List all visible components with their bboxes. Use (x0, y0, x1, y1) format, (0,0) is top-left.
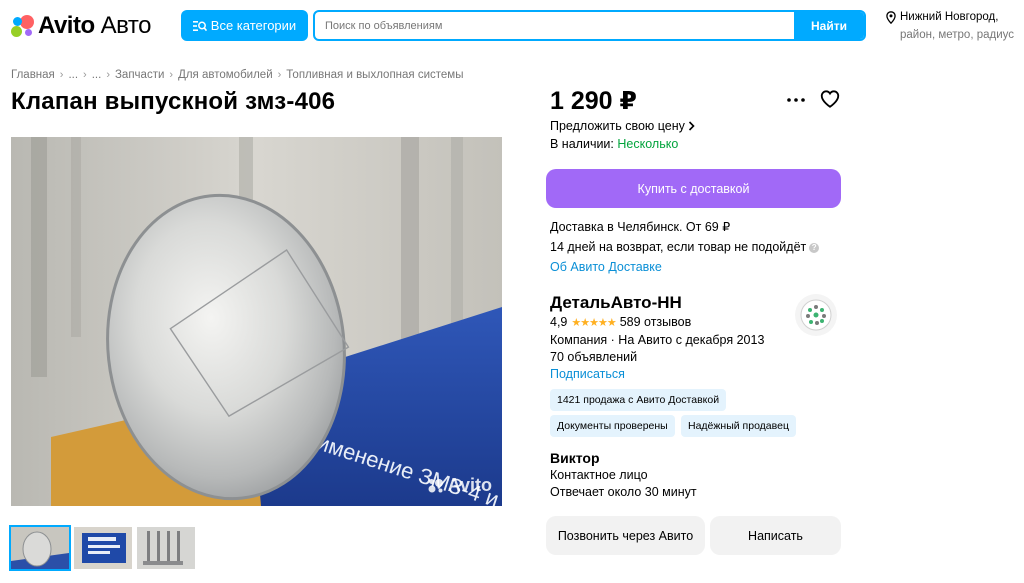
all-categories-label: Все категории (210, 18, 297, 33)
avito-auto-logo[interactable]: Avito Авто (11, 12, 151, 40)
buy-with-delivery-button[interactable]: Купить с доставкой (546, 169, 841, 208)
offer-price-label: Предложить свою цену (550, 119, 685, 133)
watermark-text: Avito (447, 475, 492, 495)
logo-sub: Авто (100, 12, 152, 39)
breadcrumb-item[interactable]: Для автомобилей (178, 69, 273, 81)
call-button[interactable]: Позвонить через Авито (546, 516, 705, 555)
avito-dots-icon (11, 14, 35, 38)
rating-value: 4,9 (550, 315, 568, 329)
contact-response: Отвечает около 30 минут (550, 485, 697, 499)
valve-photo: Применение ЗМЗ-4 и ин (11, 137, 502, 506)
seller-name[interactable]: ДетальАвто-НН (550, 293, 682, 313)
seller-rating[interactable]: 4,9 ★★★★★ 589 отзывов (550, 315, 691, 329)
chevron-right-icon: › (277, 69, 282, 81)
location-selector[interactable]: Нижний Новгород, район, метро, радиус (886, 8, 1022, 44)
write-button[interactable]: Написать (710, 516, 841, 555)
chevron-right-icon: › (106, 69, 110, 81)
avito-watermark: Avito (428, 475, 492, 496)
listings-count[interactable]: 70 объявлений (550, 349, 764, 366)
breadcrumb-item[interactable]: Топливная и выхлопная системы (286, 69, 463, 81)
breadcrumb-item[interactable]: Запчасти (115, 69, 164, 81)
breadcrumb-item[interactable]: ... (92, 69, 102, 81)
breadcrumb-item[interactable]: ... (68, 69, 78, 81)
question-icon[interactable]: ? (809, 242, 820, 253)
contact-name: Виктор (550, 450, 600, 466)
favorite-heart-icon[interactable] (819, 88, 841, 110)
chevron-right-icon: › (59, 69, 64, 81)
contact-role: Контактное лицо (550, 468, 648, 482)
location-city-row: Нижний Новгород, (886, 8, 1022, 26)
return-line: 14 дней на возврат, если товар не подойд… (550, 240, 807, 254)
about-delivery-link[interactable]: Об Авито Доставке (550, 257, 819, 277)
logo-text: Avito Авто (38, 12, 151, 40)
breadcrumb-item[interactable]: Главная (11, 69, 55, 81)
thumbnail-strip (9, 525, 195, 571)
search-button[interactable]: Найти (794, 12, 864, 39)
seller-meta: Компания · На Авито с декабря 2013 70 об… (550, 332, 764, 383)
badge-documents[interactable]: Документы проверены (550, 415, 675, 437)
seller-avatar[interactable] (795, 294, 837, 336)
delivery-line: Доставка в Челябинск. От 69 ₽ (550, 220, 731, 234)
reviews-count: 589 отзывов (619, 315, 692, 329)
chevron-right-icon: › (169, 69, 174, 81)
categories-search-icon (192, 20, 207, 31)
thumbnail-2[interactable] (74, 527, 132, 569)
location-pin-icon (886, 10, 896, 24)
contact-meta: Контактное лицо Отвечает около 30 минут (550, 467, 697, 501)
thumbnail-1[interactable] (9, 525, 71, 571)
location-city: Нижний Новгород, (900, 11, 999, 23)
header: AvitoАвто Все категории Найти Нижний Нов… (0, 0, 1024, 56)
logo-brand: Avito (38, 12, 95, 39)
return-policy: 14 дней на возврат, если товар не подойд… (550, 237, 820, 257)
avito-dots-icon (428, 478, 443, 492)
search-input[interactable] (315, 12, 794, 39)
search-bar: Найти (313, 10, 866, 41)
badge-reliable[interactable]: Надёжный продавец (681, 415, 796, 437)
stock-label: В наличии: (550, 137, 614, 151)
company-line: Компания · На Авито с декабря 2013 (550, 333, 765, 347)
subscribe-link[interactable]: Подписаться (550, 366, 764, 383)
delivery-info: Доставка в Челябинск. От 69 ₽ 14 дней на… (550, 217, 820, 277)
main-product-image[interactable]: Применение ЗМЗ-4 и ин Avito (11, 137, 502, 506)
stock-value: Несколько (617, 137, 679, 151)
location-sub: район, метро, радиус (900, 29, 1015, 41)
thumbnail-3[interactable] (137, 527, 195, 569)
more-options-icon[interactable] (786, 90, 806, 110)
price: 1 290 ₽ (550, 87, 637, 115)
page-title: Клапан выпускной змз-406 (11, 88, 336, 115)
breadcrumb: Главная › ... › ... › Запчасти › Для авт… (11, 69, 463, 81)
all-categories-button[interactable]: Все категории (181, 10, 308, 41)
chevron-right-icon (688, 121, 695, 131)
badge-deliveries[interactable]: 1421 продажа с Авито Доставкой (550, 389, 727, 411)
offer-price-link[interactable]: Предложить свою цену (550, 119, 695, 133)
chevron-right-icon: › (83, 69, 87, 81)
rating-stars-icon: ★★★★★ (571, 316, 616, 329)
stock-status: В наличии: Несколько (550, 137, 678, 151)
